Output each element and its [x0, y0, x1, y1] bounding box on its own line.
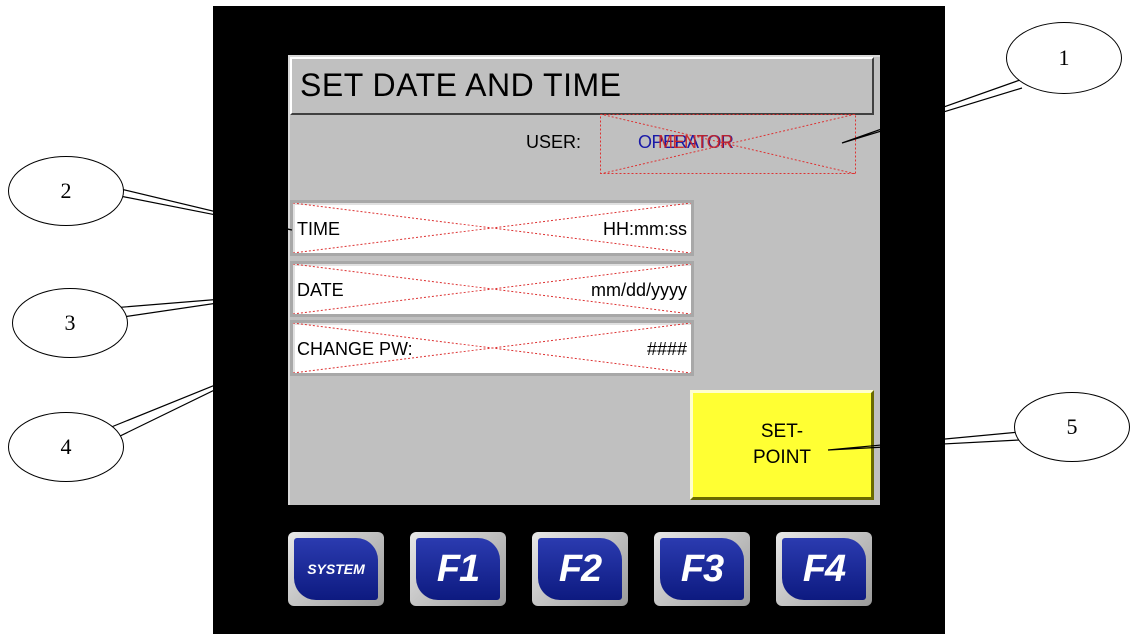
time-field-label: TIME	[297, 219, 340, 239]
date-field-value: mm/dd/yyyy	[590, 280, 687, 300]
f4-key-icon: F4	[782, 538, 866, 600]
setpoint-button-line1: SET-	[760, 421, 804, 442]
callout-3: 3	[12, 288, 128, 358]
setpoint-button-label: SET- POINT	[753, 419, 811, 471]
date-field[interactable]: DATE mm/dd/yyyy	[290, 261, 694, 317]
time-field[interactable]: TIME HH:mm:ss	[290, 200, 694, 256]
callout-5: 5	[1014, 392, 1130, 462]
change-password-field[interactable]: CHANGE PW: ####	[290, 320, 694, 376]
date-field-label: DATE	[297, 280, 344, 300]
f4-key-button[interactable]: F4	[776, 532, 872, 606]
title-bar: SET DATE AND TIME	[290, 57, 874, 115]
user-value-overlay-text: MENTOR	[658, 132, 733, 152]
setpoint-button[interactable]: SET- POINT	[690, 390, 874, 500]
setpoint-button-line2: POINT	[752, 447, 812, 468]
f1-key-button[interactable]: F1	[410, 532, 506, 606]
time-field-value: HH:mm:ss	[603, 219, 687, 239]
system-key-icon: SYSTEM	[294, 538, 378, 600]
f4-key-label: F4	[802, 547, 846, 590]
f2-key-label: F2	[558, 547, 602, 590]
f3-key-icon: F3	[660, 538, 744, 600]
system-key-button[interactable]: SYSTEM	[288, 532, 384, 606]
f2-key-button[interactable]: F2	[532, 532, 628, 606]
page-title: SET DATE AND TIME	[300, 67, 622, 103]
f3-key-label: F3	[680, 547, 724, 590]
f2-key-icon: F2	[538, 538, 622, 600]
f3-key-button[interactable]: F3	[654, 532, 750, 606]
system-key-label: SYSTEM	[307, 561, 365, 577]
f1-key-label: F1	[436, 547, 480, 590]
user-value: OPERATOR MENTOR	[638, 132, 734, 153]
f1-key-icon: F1	[416, 538, 500, 600]
callout-4: 4	[8, 412, 124, 482]
change-password-field-value: ####	[646, 339, 687, 359]
callout-1: 1	[1006, 22, 1122, 94]
user-label: USER:	[526, 132, 582, 152]
change-password-field-label: CHANGE PW:	[297, 339, 413, 359]
callout-2: 2	[8, 156, 124, 226]
